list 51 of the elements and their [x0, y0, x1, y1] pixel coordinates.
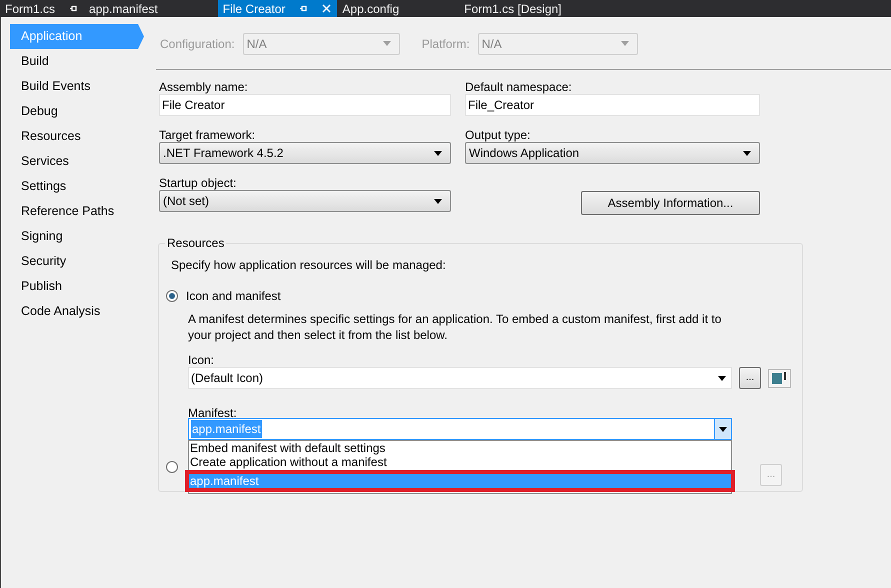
document-tab[interactable]: Form1.cs [Design]: [459, 0, 622, 17]
document-tab[interactable]: File Creator: [218, 0, 338, 17]
startup-object-dropdown[interactable]: (Not set): [159, 190, 451, 212]
icon-dropdown[interactable]: (Default Icon): [188, 367, 732, 389]
manifest-label: Manifest:: [188, 405, 238, 418]
document-tab[interactable]: app.manifest: [84, 0, 218, 17]
radio-button[interactable]: [166, 290, 178, 302]
icon-label: Icon:: [188, 352, 216, 367]
dropdown-arrow-icon: [434, 198, 442, 204]
resources-title: Resources: [166, 235, 226, 252]
document-tab[interactable]: App.config: [337, 0, 460, 17]
assembly-information-button[interactable]: Assembly Information...: [581, 191, 760, 215]
platform-label: Platform:: [422, 36, 470, 52]
manifest-description: A manifest determines specific settings for an application. To embed a custom manifest, first add it to your project and then select it from the list below.: [188, 311, 722, 343]
browse-button[interactable]: ...: [739, 367, 761, 389]
dropdown-arrow-icon: [719, 426, 727, 432]
icon-preview-icon: [768, 368, 791, 388]
dropdown-arrow-icon: [718, 376, 726, 380]
resources-description: Specify how application resources will be managed:: [171, 257, 447, 274]
radio-button[interactable]: [166, 461, 178, 473]
sidebar-item[interactable]: Publish: [10, 274, 144, 299]
sidebar-item[interactable]: Reference Paths: [10, 199, 144, 224]
sidebar-item[interactable]: Security: [10, 249, 144, 274]
startup-object-label: Startup object:: [159, 175, 238, 190]
dropdown-option[interactable]: Create application without a manifest: [189, 455, 731, 469]
sidebar-item[interactable]: Services: [10, 149, 144, 174]
assembly-name-field[interactable]: File Creator: [159, 94, 451, 116]
sidebar-item[interactable]: Signing: [10, 224, 144, 249]
dropdown-arrow-icon: [620, 41, 629, 46]
dropdown-arrow-icon: [382, 41, 391, 46]
output-type-label: Output type:: [465, 127, 532, 142]
pin-icon[interactable]: [69, 4, 78, 13]
sidebar-item[interactable]: Build: [10, 49, 144, 74]
sidebar-item[interactable]: Debug: [10, 99, 144, 124]
document-tab[interactable]: Form1.cs: [0, 0, 84, 17]
target-framework-label: Target framework:: [159, 127, 256, 142]
target-framework-dropdown[interactable]: .NET Framework 4.5.2: [159, 142, 451, 164]
sidebar-item[interactable]: Build Events: [10, 74, 144, 99]
sidebar-item[interactable]: Settings: [10, 174, 144, 199]
assembly-name-label: Assembly name:: [159, 79, 249, 94]
configuration-label: Configuration:: [160, 36, 235, 52]
default-namespace-label: Default namespace:: [465, 79, 573, 94]
sidebar-item[interactable]: Code Analysis: [10, 299, 144, 324]
dropdown-arrow-icon: [743, 150, 751, 156]
dropdown-arrow-icon: [434, 150, 442, 156]
sidebar-item[interactable]: Resources: [10, 124, 144, 149]
radio-label: Icon and manifest: [186, 288, 281, 305]
close-icon[interactable]: [322, 4, 332, 13]
dropdown-option[interactable]: Embed manifest with default settings: [189, 441, 731, 455]
default-namespace-field[interactable]: File_Creator: [465, 94, 760, 116]
output-type-dropdown[interactable]: Windows Application: [465, 142, 760, 164]
